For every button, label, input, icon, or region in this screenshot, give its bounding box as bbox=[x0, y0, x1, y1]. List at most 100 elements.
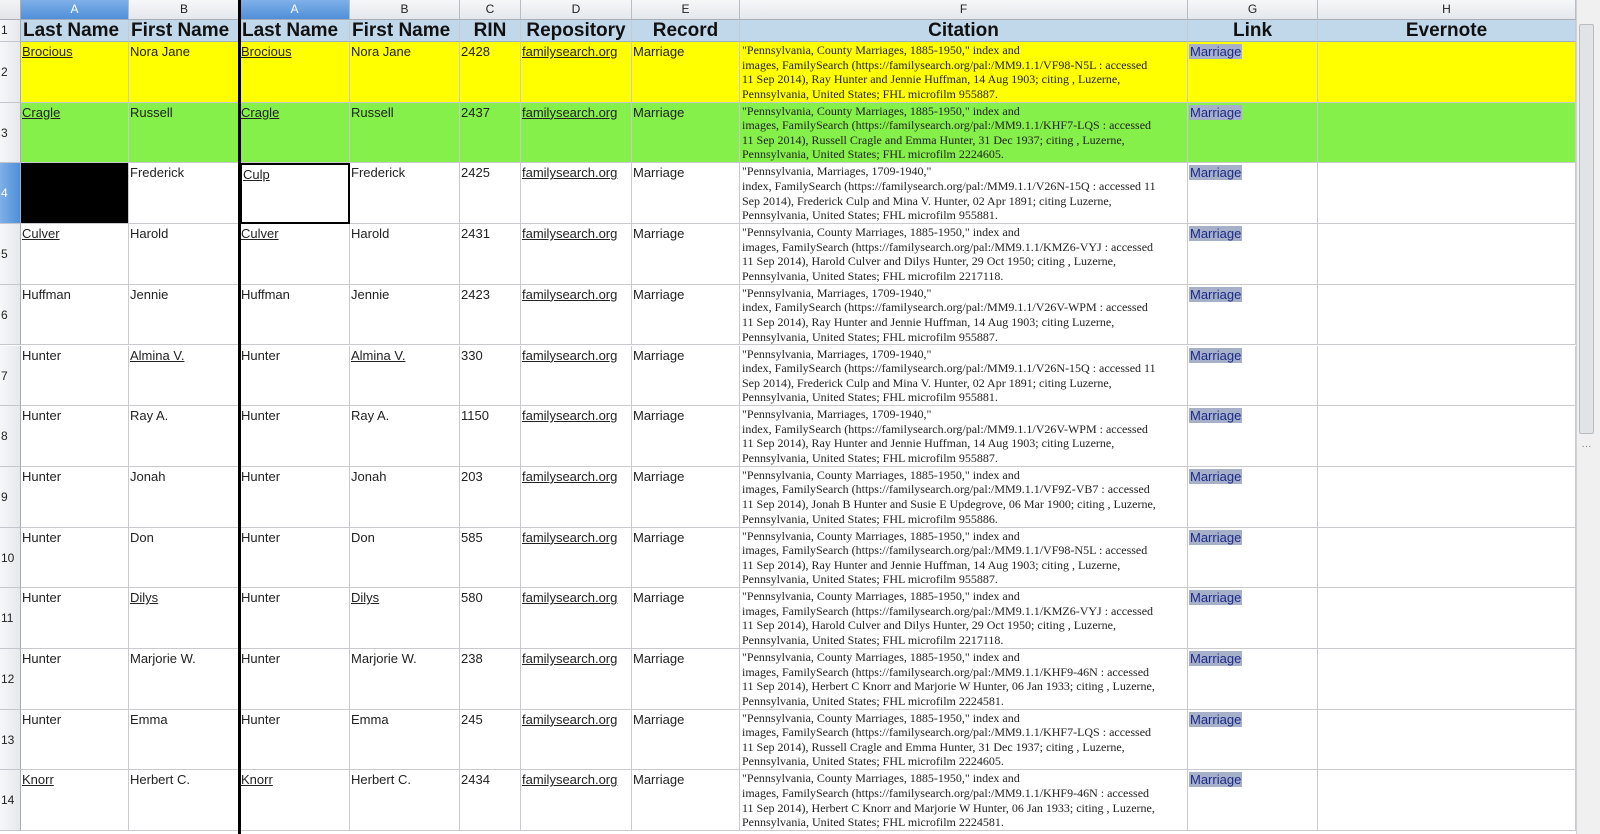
cell-record[interactable]: Marriage bbox=[632, 163, 740, 225]
cell-last-name[interactable]: Brocious bbox=[21, 42, 129, 103]
cell-rin[interactable]: 2428 bbox=[460, 42, 521, 103]
cell-rin[interactable]: 203 bbox=[460, 466, 521, 528]
marriage-link[interactable]: Marriage bbox=[1189, 651, 1243, 666]
cell-record[interactable]: Marriage bbox=[632, 284, 740, 346]
cell-citation[interactable]: "Pennsylvania, County Marriages, 1885-19… bbox=[740, 588, 1188, 649]
cell-last-name[interactable]: Cragle bbox=[21, 102, 129, 164]
cell-last-name-frozen[interactable]: Culver bbox=[240, 224, 350, 285]
cell-rin[interactable]: 580 bbox=[460, 588, 521, 649]
cell-record[interactable]: Marriage bbox=[632, 224, 740, 285]
cell-citation[interactable]: "Pennsylvania, Marriages, 1709-1940," in… bbox=[740, 406, 1188, 467]
cell-last-name[interactable]: Hunter bbox=[21, 406, 129, 467]
marriage-link[interactable]: Marriage bbox=[1189, 590, 1243, 606]
cell-link[interactable]: Marriage bbox=[1188, 284, 1318, 346]
cell-citation[interactable]: "Pennsylvania, County Marriages, 1885-19… bbox=[740, 466, 1188, 528]
cell-last-name[interactable]: Culver bbox=[21, 224, 129, 285]
marriage-link[interactable]: Marriage bbox=[1189, 165, 1243, 181]
row-header-6[interactable]: 6 bbox=[0, 284, 21, 346]
cell-last-name-frozen[interactable]: Cragle bbox=[240, 102, 350, 164]
cell-citation[interactable]: "Pennsylvania, County Marriages, 1885-19… bbox=[740, 709, 1188, 771]
cell-first-name-frozen[interactable]: Herbert C. bbox=[350, 770, 460, 832]
cell-last-name-frozen[interactable]: Hunter bbox=[240, 527, 350, 589]
cell-last-name-frozen[interactable]: Hunter bbox=[240, 649, 350, 710]
cell-link[interactable]: Marriage bbox=[1188, 345, 1318, 407]
cell-last-name-frozen[interactable]: Hunter bbox=[240, 345, 350, 407]
cell-link[interactable]: Marriage bbox=[1188, 527, 1318, 589]
cell-record[interactable]: Marriage bbox=[632, 466, 740, 528]
cell-first-name-frozen[interactable]: Marjorie W. bbox=[350, 649, 460, 710]
cell-first-name[interactable]: Ray A. bbox=[129, 406, 240, 467]
cell-citation[interactable]: "Pennsylvania, County Marriages, 1885-19… bbox=[740, 527, 1188, 589]
column-header-3[interactable]: B bbox=[350, 0, 460, 20]
cell-first-name-frozen[interactable]: Don bbox=[350, 527, 460, 589]
header-cell-5[interactable]: Repository bbox=[521, 20, 632, 42]
cell-evernote[interactable] bbox=[1318, 527, 1576, 589]
column-header-7[interactable]: F bbox=[740, 0, 1188, 20]
cell-rin[interactable]: 245 bbox=[460, 709, 521, 771]
cell-repository[interactable]: familysearch.org bbox=[521, 406, 632, 467]
row-header-3[interactable]: 3 bbox=[0, 102, 21, 164]
cell-record[interactable]: Marriage bbox=[632, 649, 740, 710]
header-cell-1[interactable]: First Name bbox=[129, 20, 240, 42]
header-cell-8[interactable]: Link bbox=[1188, 20, 1318, 42]
header-cell-9[interactable]: Evernote bbox=[1318, 20, 1576, 42]
cell-last-name[interactable]: Hunter bbox=[21, 709, 129, 771]
cell-first-name-frozen[interactable]: Almina V. bbox=[350, 345, 460, 407]
marriage-link[interactable]: Marriage bbox=[1189, 408, 1243, 424]
cell-citation[interactable]: "Pennsylvania, Marriages, 1709-1940," in… bbox=[740, 163, 1188, 225]
row-header-14[interactable]: 14 bbox=[0, 770, 21, 832]
cell-repository[interactable]: familysearch.org bbox=[521, 224, 632, 285]
row-header-1[interactable]: 1 bbox=[0, 20, 21, 42]
cell-citation[interactable]: "Pennsylvania, County Marriages, 1885-19… bbox=[740, 42, 1188, 103]
cell-first-name[interactable]: Dilys bbox=[129, 588, 240, 649]
cell-first-name[interactable]: Nora Jane bbox=[129, 42, 240, 103]
cell-first-name[interactable]: Jennie bbox=[129, 284, 240, 346]
cell-first-name[interactable]: Frederick bbox=[129, 163, 240, 225]
cell-rin[interactable]: 238 bbox=[460, 649, 521, 710]
cell-first-name-frozen[interactable]: Jennie bbox=[350, 284, 460, 346]
cell-record[interactable]: Marriage bbox=[632, 102, 740, 164]
cell-link[interactable]: Marriage bbox=[1188, 406, 1318, 467]
cell-evernote[interactable] bbox=[1318, 709, 1576, 771]
cell-last-name[interactable]: Hunter bbox=[21, 649, 129, 710]
cell-link[interactable]: Marriage bbox=[1188, 163, 1318, 225]
header-cell-4[interactable]: RIN bbox=[460, 20, 521, 42]
cell-first-name-frozen[interactable]: Russell bbox=[350, 102, 460, 164]
cell-evernote[interactable] bbox=[1318, 406, 1576, 467]
column-split-divider[interactable] bbox=[238, 0, 241, 834]
cell-last-name-frozen[interactable]: Hunter bbox=[240, 406, 350, 467]
marriage-link[interactable]: Marriage bbox=[1189, 44, 1243, 59]
cell-link[interactable]: Marriage bbox=[1188, 466, 1318, 528]
cell-repository[interactable]: familysearch.org bbox=[521, 102, 632, 164]
cell-link[interactable]: Marriage bbox=[1188, 770, 1318, 832]
column-header-9[interactable]: H bbox=[1318, 0, 1576, 20]
marriage-link[interactable]: Marriage bbox=[1189, 286, 1243, 302]
cell-record[interactable]: Marriage bbox=[632, 42, 740, 103]
cell-link[interactable]: Marriage bbox=[1188, 224, 1318, 285]
cell-link[interactable]: Marriage bbox=[1188, 102, 1318, 164]
cell-first-name-frozen[interactable]: Dilys bbox=[350, 588, 460, 649]
row-header-12[interactable]: 12 bbox=[0, 649, 21, 710]
cell-last-name[interactable]: Hunter bbox=[21, 345, 129, 407]
cell-rin[interactable]: 2434 bbox=[460, 770, 521, 832]
marriage-link[interactable]: Marriage bbox=[1189, 226, 1243, 242]
cell-evernote[interactable] bbox=[1318, 42, 1576, 103]
scrollbar-thumb[interactable] bbox=[1579, 24, 1594, 434]
cell-citation[interactable]: "Pennsylvania, County Marriages, 1885-19… bbox=[740, 770, 1188, 832]
cell-record[interactable]: Marriage bbox=[632, 345, 740, 407]
cell-last-name[interactable]: Hunter bbox=[21, 466, 129, 528]
select-all-corner[interactable] bbox=[0, 0, 21, 20]
marriage-link[interactable]: Marriage bbox=[1189, 772, 1243, 788]
column-header-5[interactable]: D bbox=[521, 0, 632, 20]
cell-evernote[interactable] bbox=[1318, 163, 1576, 225]
cell-last-name[interactable]: Huffman bbox=[21, 284, 129, 346]
cell-evernote[interactable] bbox=[1318, 588, 1576, 649]
cell-repository[interactable]: familysearch.org bbox=[521, 527, 632, 589]
cell-first-name[interactable]: Marjorie W. bbox=[129, 649, 240, 710]
cell-rin[interactable]: 2423 bbox=[460, 284, 521, 346]
cell-first-name[interactable]: Emma bbox=[129, 709, 240, 771]
cell-first-name[interactable]: Russell bbox=[129, 102, 240, 164]
cell-link[interactable]: Marriage bbox=[1188, 42, 1318, 103]
cell-first-name[interactable]: Harold bbox=[129, 224, 240, 285]
cell-rin[interactable]: 585 bbox=[460, 527, 521, 589]
